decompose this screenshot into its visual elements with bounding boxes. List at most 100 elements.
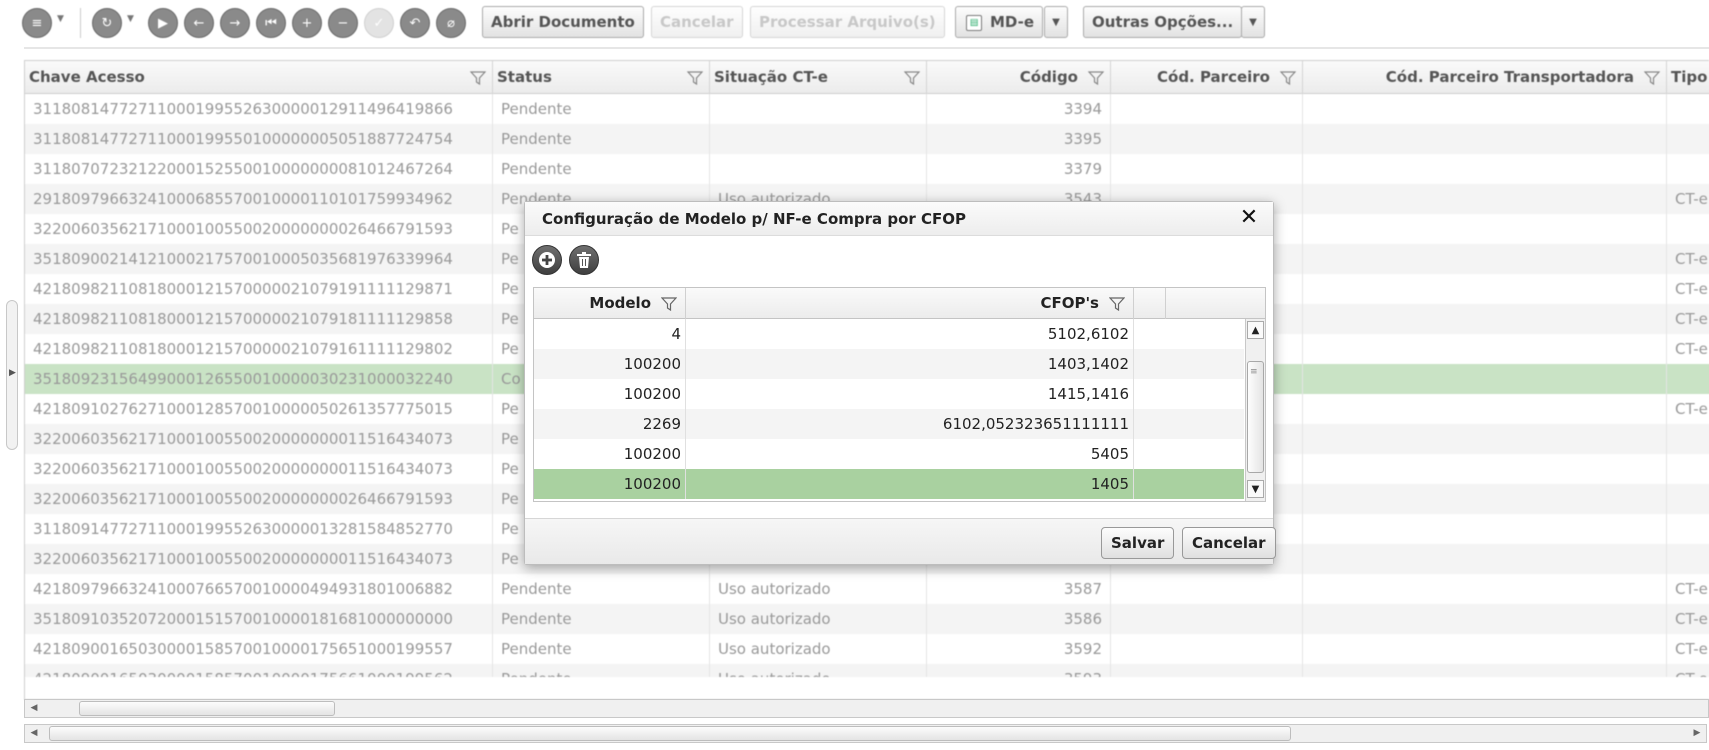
page-horizontal-scroll-thumb[interactable]	[49, 726, 1291, 741]
column-header-chave-acesso[interactable]: Chave Acesso	[25, 61, 493, 94]
column-header-codigo[interactable]: Código	[927, 61, 1111, 94]
cfop-model-dialog: Configuração de Modelo p/ NF-e Compra po…	[524, 201, 1276, 565]
column-header-situacao[interactable]: Situação CT-e	[710, 61, 927, 94]
add-row-button[interactable]	[532, 245, 562, 275]
cell-transportadora	[1303, 334, 1667, 364]
column-header-modelo-label: Modelo	[589, 294, 651, 312]
cell-parceiro	[1111, 124, 1303, 154]
cell-transportadora	[1303, 514, 1667, 544]
last-record-icon[interactable]: ⏮	[256, 8, 286, 38]
next-record-icon[interactable]: →	[220, 8, 250, 38]
list-item[interactable]: 4 5102,6102	[534, 319, 1244, 349]
cell-chave: 4218097966324100076657001000049493180100…	[25, 574, 493, 604]
cancel-toolbar-button[interactable]: Cancelar	[651, 6, 743, 38]
cell-codigo: 3395	[927, 124, 1111, 154]
previous-record-icon[interactable]: ←	[184, 8, 214, 38]
cell-cfops: 1405	[686, 469, 1134, 499]
toolbar-separator	[80, 8, 81, 38]
table-row[interactable]: 3518091035207200015157001000018168100000…	[25, 604, 1709, 634]
page-horizontal-scrollbar[interactable]: ◀ ▶	[24, 724, 1707, 743]
cell-chave: 3220060356217100010055002000000001151643…	[25, 424, 493, 454]
remove-record-icon[interactable]: −	[328, 8, 358, 38]
add-record-icon[interactable]: +	[292, 8, 322, 38]
list-item[interactable]: 100200 1415,1416	[534, 379, 1244, 409]
table-row[interactable]: 3118081477271100019955263000001291149641…	[25, 94, 1709, 124]
table-row[interactable]: 4218090016503000015857001000017566100019…	[25, 664, 1709, 677]
cell-transportadora	[1303, 484, 1667, 514]
app-menu-icon[interactable]: ≡	[22, 8, 52, 38]
list-item[interactable]: 100200 1403,1402	[534, 349, 1244, 379]
first-record-icon[interactable]: ▶	[148, 8, 178, 38]
column-header-cfops[interactable]: CFOP's	[686, 288, 1134, 319]
cell-chave: 3118081477271100019955010000000505188772…	[25, 124, 493, 154]
cfop-grid-scroll-thumb[interactable]	[1247, 361, 1264, 473]
table-row[interactable]: 3118070723212200015255001000000008101246…	[25, 154, 1709, 184]
scroll-left-icon[interactable]: ◀	[25, 725, 43, 742]
column-header-cod-parceiro[interactable]: Cód. Parceiro	[1111, 61, 1303, 94]
cell-tipo: CT-e	[1675, 280, 1708, 298]
delete-row-button[interactable]	[569, 245, 599, 275]
cell-status: Pendente	[493, 604, 710, 634]
list-item[interactable]: 2269 6102,052323651111111	[534, 409, 1244, 439]
cell-chave: 4218098211081800012157000002107918111112…	[25, 304, 493, 334]
scroll-down-icon[interactable]: ▼	[1247, 480, 1264, 498]
close-icon[interactable]: ✕	[1237, 206, 1261, 230]
table-row[interactable]: 4218090016503000015857001000017565100019…	[25, 634, 1709, 664]
side-panel-toggle[interactable]: ▶	[6, 300, 18, 450]
undo-icon[interactable]: ↶	[400, 8, 430, 38]
other-options-button[interactable]: Outras Opções...	[1083, 6, 1243, 38]
open-document-button[interactable]: Abrir Documento	[482, 6, 644, 38]
table-row[interactable]: 3118081477271100019955010000000505188772…	[25, 124, 1709, 154]
cell-transportadora	[1303, 634, 1667, 664]
mde-caret-icon[interactable]: ▼	[1044, 6, 1068, 38]
filter-icon[interactable]	[1644, 70, 1660, 86]
confirm-icon[interactable]: ✓	[364, 8, 394, 38]
refresh-caret-icon[interactable]: ▼	[127, 14, 134, 24]
dialog-footer: Salvar Cancelar	[525, 518, 1276, 564]
column-header-tipo[interactable]: Tipo	[1667, 61, 1709, 94]
other-options-caret-icon[interactable]: ▼	[1241, 6, 1265, 38]
column-header-cfops-label: CFOP's	[1040, 294, 1099, 312]
cell-chave: 3118091477271100019955263000001328158485…	[25, 514, 493, 544]
document-icon: ▤	[966, 15, 982, 31]
filter-icon[interactable]	[661, 296, 677, 312]
dialog-header: Configuração de Modelo p/ NF-e Compra po…	[525, 202, 1273, 236]
table-row[interactable]: 4218097966324100076657001000049493180100…	[25, 574, 1709, 604]
column-header-modelo[interactable]: Modelo	[534, 288, 686, 319]
scroll-right-icon[interactable]: ▶	[1688, 725, 1706, 742]
save-button[interactable]: Salvar	[1101, 527, 1175, 559]
scroll-up-icon[interactable]: ▲	[1247, 321, 1264, 339]
cell-chave: 3220060356217100010055002000000002646679…	[25, 484, 493, 514]
cell-transportadora	[1303, 94, 1667, 124]
cancel-button[interactable]: Cancelar	[1182, 527, 1276, 559]
grid-horizontal-scrollbar[interactable]: ◀	[24, 699, 1709, 718]
filter-icon[interactable]	[904, 70, 920, 86]
cfop-grid-vertical-scrollbar[interactable]: ▲ ≡ ▼	[1245, 319, 1265, 501]
list-item[interactable]: 100200 5405	[534, 439, 1244, 469]
refresh-icon[interactable]: ↻	[92, 8, 122, 38]
process-files-button[interactable]: Processar Arquivo(s)	[750, 6, 945, 38]
scroll-left-icon[interactable]: ◀	[25, 700, 43, 717]
cell-chave: 4218090016503000015857001000017566100019…	[25, 664, 493, 677]
cell-transportadora	[1303, 574, 1667, 604]
list-item-selected[interactable]: 100200 1405	[534, 469, 1244, 499]
filter-icon[interactable]	[687, 70, 703, 86]
column-header-status[interactable]: Status	[493, 61, 710, 94]
cell-tipo	[1667, 424, 1709, 454]
filter-icon[interactable]	[1280, 70, 1296, 86]
mde-button[interactable]: ▤ MD-e	[955, 6, 1044, 38]
cell-modelo: 100200	[534, 439, 686, 469]
filter-icon[interactable]	[470, 70, 486, 86]
column-header-cod-parceiro-transportadora[interactable]: Cód. Parceiro Transportadora	[1303, 61, 1667, 94]
attachment-icon[interactable]: ⌀	[436, 8, 466, 38]
grid-horizontal-scroll-thumb[interactable]	[79, 701, 335, 716]
cell-tipo: CT-e	[1675, 250, 1708, 268]
cell-chave: 3220060356217100010055002000000001151643…	[25, 454, 493, 484]
cell-tipo	[1667, 484, 1709, 514]
filter-icon[interactable]	[1109, 296, 1125, 312]
cell-status: Pendente	[493, 664, 710, 677]
cell-chave: 3118081477271100019955263000001291149641…	[25, 94, 493, 124]
filter-icon[interactable]	[1088, 70, 1104, 86]
column-header-extra	[1134, 288, 1166, 319]
app-menu-caret-icon[interactable]: ▼	[57, 14, 64, 24]
